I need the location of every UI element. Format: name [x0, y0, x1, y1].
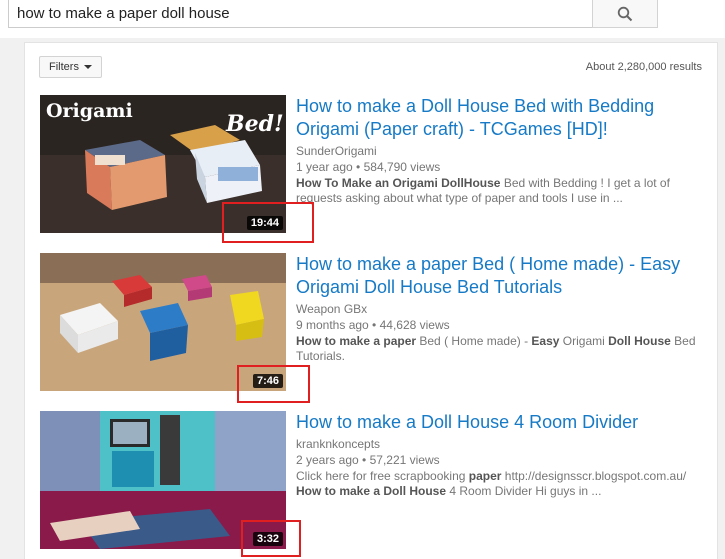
view-count: 584,790 views [363, 160, 441, 174]
video-title-link[interactable]: How to make a Doll House 4 Room Divider [296, 411, 710, 434]
channel-name-link[interactable]: SunderOrigami [296, 144, 710, 159]
channel-name-link[interactable]: kranknkoncepts [296, 437, 710, 452]
description-keyword: Doll House [608, 334, 671, 348]
description-text: Bed ( Home made) - [416, 334, 532, 348]
search-button[interactable] [592, 0, 658, 28]
result-item: 7:46 How to make a paper Bed ( Home made… [40, 253, 710, 391]
search-bar [0, 0, 725, 38]
search-input[interactable] [8, 0, 593, 28]
video-thumbnail[interactable]: 3:32 [40, 411, 286, 549]
video-duration: 7:46 [252, 374, 283, 388]
channel-name-link[interactable]: Weapon GBx [296, 302, 710, 317]
thumbnail-text-origami: Origami [46, 100, 133, 122]
video-meta: 1 year ago • 584,790 views [296, 160, 441, 174]
result-item: 3:32 How to make a Doll House 4 Room Div… [40, 411, 710, 549]
video-duration: 19:44 [246, 216, 283, 230]
video-thumbnail[interactable]: 7:46 [40, 253, 286, 391]
video-description: How To Make an Origami DollHouse Bed wit… [296, 176, 710, 206]
caret-down-icon [83, 65, 92, 69]
description-text: Origami [559, 334, 609, 348]
results-count: About 2,280,000 results [585, 61, 702, 73]
video-meta: 9 months ago • 44,628 views [296, 318, 450, 332]
description-keyword: How to make a paper [296, 334, 417, 348]
thumbnail-text-bed: Bed! [225, 111, 284, 137]
results-panel: Filters About 2,280,000 results Origami [24, 42, 718, 559]
upload-age: 9 months ago [296, 318, 369, 332]
description-keyword: paper [468, 469, 502, 483]
result-item: Origami Bed! 19:44 How to make a Doll Ho… [40, 95, 710, 233]
filters-button[interactable]: Filters [39, 56, 102, 78]
description-keyword: How To Make an Origami DollHouse [296, 176, 501, 190]
video-meta: 2 years ago • 57,221 views [296, 453, 440, 467]
description-text: Click here for free scrapbooking [296, 469, 469, 483]
description-text: 4 Room Divider Hi guys in ... [446, 484, 602, 498]
upload-age: 2 years ago [296, 453, 359, 467]
upload-age: 1 year ago [296, 160, 353, 174]
description-text: http://designsscr.blogspot.com.au/ [501, 469, 687, 483]
description-keyword: Easy [531, 334, 560, 348]
description-keyword: How to make a Doll House [296, 484, 447, 498]
search-icon [617, 6, 633, 21]
video-description: Click here for free scrapbooking paper h… [296, 469, 710, 499]
video-thumbnail[interactable]: Origami Bed! 19:44 [40, 95, 286, 233]
filters-label: Filters [49, 61, 79, 73]
video-description: How to make a paper Bed ( Home made) - E… [296, 334, 710, 364]
video-title-link[interactable]: How to make a Doll House Bed with Beddin… [296, 95, 710, 141]
video-duration: 3:32 [252, 532, 283, 546]
video-title-link[interactable]: How to make a paper Bed ( Home made) - E… [296, 253, 710, 299]
view-count: 57,221 views [369, 453, 440, 467]
view-count: 44,628 views [379, 318, 450, 332]
